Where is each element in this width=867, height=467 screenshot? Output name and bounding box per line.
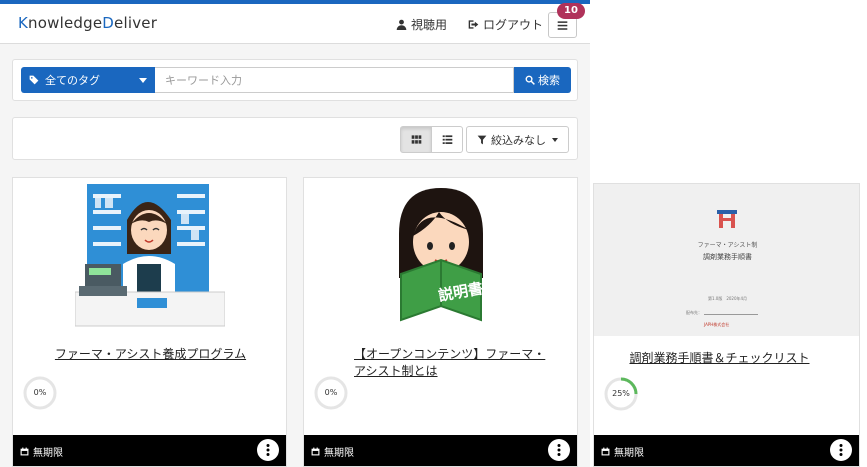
content-card[interactable]: 説明書 【オープンコンテンツ】ファーマ・ アシスト制とは 0% 無期限	[303, 177, 578, 467]
view-options-panel: 絞込みなし	[12, 117, 578, 160]
tag-dropdown-button[interactable]: 全てのタグ	[21, 67, 155, 93]
card-more-button[interactable]	[548, 439, 570, 461]
search-button-label: 検索	[538, 74, 560, 87]
card-more-button[interactable]	[830, 439, 852, 461]
expiry-info: 無期限	[311, 444, 354, 459]
more-vertical-icon	[266, 444, 270, 456]
content-card[interactable]: ファーマ・アシスト養成プログラム 0% 無期限	[12, 177, 287, 467]
logout-link[interactable]: ログアウト	[468, 16, 543, 33]
list-view-button[interactable]	[431, 126, 463, 153]
card-title[interactable]: ファーマ・アシスト養成プログラム	[13, 346, 288, 363]
card-footer: 無期限	[594, 435, 859, 466]
progress-percent: 0%	[33, 388, 47, 397]
card-thumbnail	[13, 178, 286, 330]
user-name: 視聴用	[411, 18, 448, 32]
search-button[interactable]: 検索	[514, 67, 571, 93]
content-card[interactable]: ファーマ・アシスト制 調剤業務手順書 第1.0版 2020年4月 配布先： JA…	[593, 183, 860, 467]
expiry-info: 無期限	[20, 444, 63, 459]
notification-badge: 10	[557, 3, 585, 19]
document-cover: ファーマ・アシスト制 調剤業務手順書 第1.0版 2020年4月 配布先： JA…	[594, 184, 859, 336]
card-title-line: アシスト制とは	[354, 364, 438, 378]
document-field-label: 配布先：	[686, 310, 702, 315]
calendar-icon	[20, 447, 29, 456]
card-title-line: 【オープンコンテンツ】ファーマ・	[354, 347, 546, 361]
logo[interactable]: KnowledgeDeliver	[18, 14, 157, 32]
header: KnowledgeDeliver 視聴用 ログアウト	[0, 4, 590, 44]
filter-label: 絞込みなし	[491, 133, 546, 147]
sign-out-icon	[468, 20, 479, 29]
tag-dropdown-label: 全てのタグ	[45, 74, 100, 87]
document-subtitle: ファーマ・アシスト制	[697, 242, 758, 249]
tag-icon	[29, 75, 39, 85]
more-vertical-icon	[839, 444, 843, 456]
document-logo-icon	[717, 210, 737, 228]
card-more-button[interactable]	[257, 439, 279, 461]
logo-text-part: eliver	[114, 14, 158, 32]
user-icon	[396, 19, 407, 30]
user-link[interactable]: 視聴用	[396, 16, 447, 33]
document-field-line	[704, 314, 758, 315]
expiry-label: 無期限	[33, 448, 63, 459]
logo-text-part: nowledge	[28, 14, 103, 32]
grid-icon	[411, 135, 421, 144]
progress-ring: 0%	[314, 376, 348, 410]
caret-down-icon	[139, 78, 147, 83]
keyword-search-input[interactable]	[155, 67, 514, 93]
card-title[interactable]: 【オープンコンテンツ】ファーマ・ アシスト制とは	[354, 346, 554, 380]
expiry-info: 無期限	[601, 444, 644, 459]
progress-ring: 0%	[23, 376, 57, 410]
card-title[interactable]: 調剤業務手順書＆チェックリスト	[594, 350, 845, 367]
logo-letter-k: K	[18, 14, 29, 32]
search-icon	[525, 75, 535, 85]
filter-icon	[477, 135, 487, 144]
filter-dropdown-button[interactable]: 絞込みなし	[466, 126, 569, 153]
card-thumbnail: 説明書	[304, 178, 577, 330]
card-thumbnail: ファーマ・アシスト制 調剤業務手順書 第1.0版 2020年4月 配布先： JA…	[594, 184, 859, 336]
document-title: 調剤業務手順書	[703, 253, 752, 261]
document-date: 第1.0版 2020年4月	[707, 296, 748, 301]
app-window: KnowledgeDeliver 視聴用 ログアウト 10 全てのタグ 検索	[0, 0, 590, 467]
logout-label: ログアウト	[483, 18, 544, 32]
expiry-label: 無期限	[324, 448, 354, 459]
calendar-icon	[601, 447, 610, 456]
progress-percent: 0%	[324, 388, 338, 397]
search-panel: 全てのタグ 検索	[12, 59, 578, 101]
more-vertical-icon	[557, 444, 561, 456]
document-company: JAPH株式会社	[704, 322, 730, 327]
card-footer: 無期限	[13, 435, 286, 466]
expiry-label: 無期限	[614, 448, 644, 459]
grid-view-button[interactable]	[400, 126, 432, 153]
hamburger-icon	[557, 20, 568, 30]
pharmacist-illustration	[74, 184, 225, 327]
caret-down-icon	[552, 137, 558, 142]
logo-letter-d: D	[102, 14, 115, 32]
progress-ring: 25%	[604, 377, 638, 411]
progress-percent: 25%	[612, 389, 630, 398]
card-footer: 無期限	[304, 435, 577, 466]
manual-reader-illustration: 説明書	[398, 188, 484, 322]
calendar-icon	[311, 447, 320, 456]
list-icon	[442, 135, 452, 144]
